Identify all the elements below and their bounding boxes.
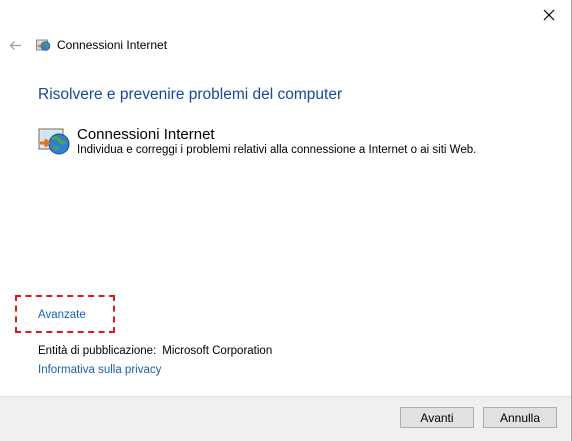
publisher-label: Entità di pubblicazione: <box>38 345 157 357</box>
footer-bar: Avanti Annulla <box>0 396 571 441</box>
item-title[interactable]: Connessioni Internet <box>77 126 476 143</box>
back-button[interactable] <box>8 38 22 52</box>
publisher-info: Entità di pubblicazione: Microsoft Corpor… <box>38 345 272 357</box>
item-description: Individua e correggi i problemi relativi… <box>77 144 477 156</box>
privacy-link[interactable]: Informativa sulla privacy <box>38 364 161 376</box>
cancel-button[interactable]: Annulla <box>483 407 557 428</box>
navigation-bar: Connessioni Internet <box>8 36 167 54</box>
troubleshooter-window: Connessioni Internet Risolvere e preveni… <box>0 0 572 441</box>
troubleshooter-item: Connessioni Internet Individua e corregg… <box>38 126 476 158</box>
advanced-link[interactable]: Avanzate <box>38 309 86 321</box>
next-button[interactable]: Avanti <box>400 407 474 428</box>
page-title: Risolvere e prevenire problemi del compu… <box>38 86 343 103</box>
close-button[interactable] <box>537 4 561 26</box>
close-icon <box>543 9 555 21</box>
item-text: Connessioni Internet Individua e corregg… <box>77 126 476 158</box>
window-title: Connessioni Internet <box>57 38 168 52</box>
internet-connections-small-icon <box>36 39 51 51</box>
back-arrow-icon <box>9 40 21 50</box>
internet-connections-icon <box>38 128 70 155</box>
publisher-value: Microsoft Corporation <box>162 345 273 357</box>
